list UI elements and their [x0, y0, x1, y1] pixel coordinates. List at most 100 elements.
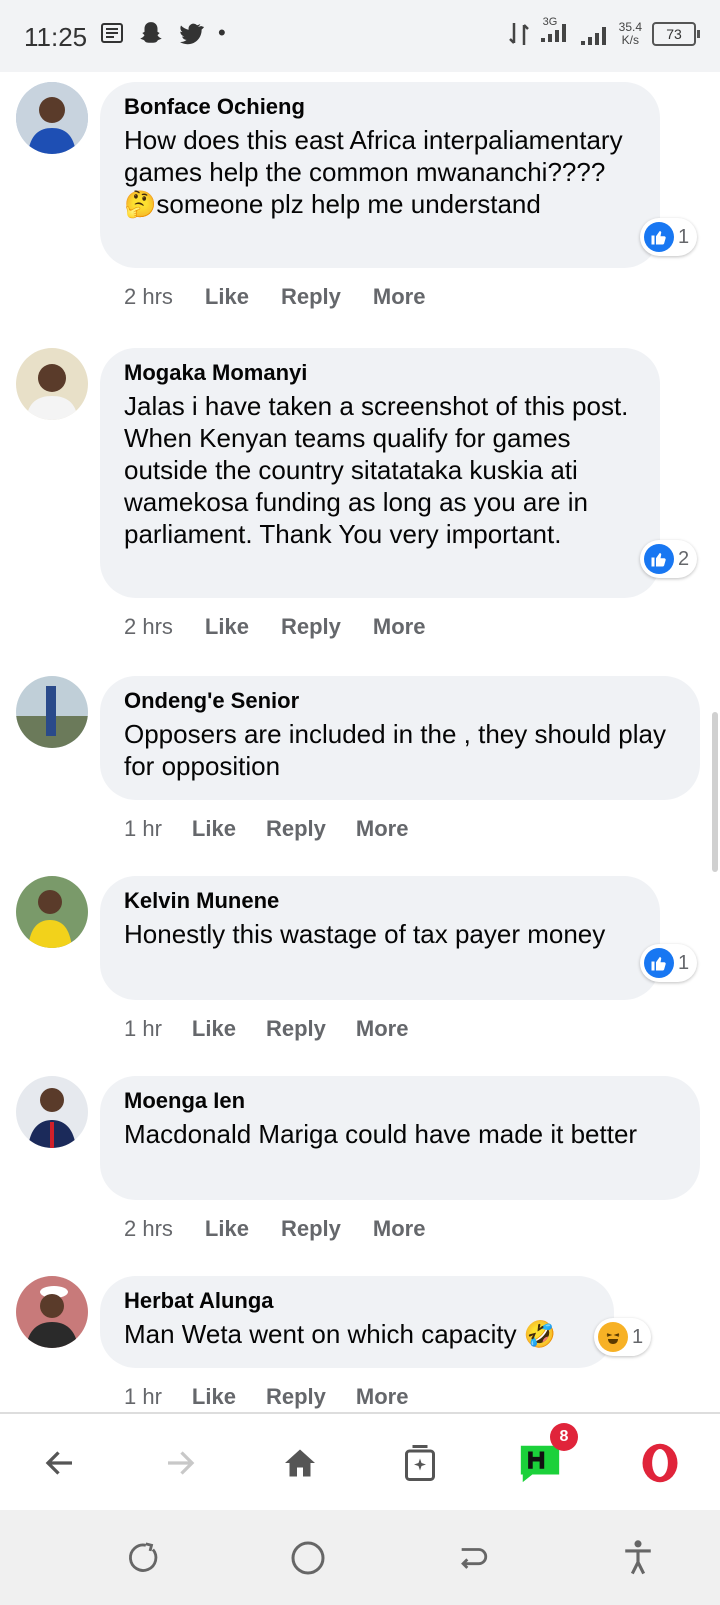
comment-text: How does this east Africa interpaliament…: [124, 125, 623, 219]
comment-bubble[interactable]: Kelvin Munene Honestly this wastage of t…: [100, 876, 660, 1000]
opera-menu-button[interactable]: [630, 1433, 690, 1493]
reply-button[interactable]: Reply: [266, 816, 326, 842]
reaction-count-badge[interactable]: 1: [640, 944, 698, 982]
like-reaction-icon: [644, 948, 674, 978]
more-button[interactable]: More: [373, 614, 426, 640]
avatar[interactable]: [16, 676, 88, 748]
signal-icon-2: [580, 26, 606, 45]
network-speed-value: 35.4: [618, 19, 642, 34]
like-button[interactable]: Like: [192, 1384, 236, 1410]
like-button[interactable]: Like: [192, 1016, 236, 1042]
more-button[interactable]: More: [373, 1216, 426, 1242]
comment-author[interactable]: Herbat Alunga: [124, 1288, 590, 1314]
browser-bottom-nav: 8: [0, 1412, 720, 1512]
comment-text: Honestly this wastage of tax payer money: [124, 919, 606, 949]
comment-actions: 1 hr Like Reply More: [124, 1384, 408, 1410]
scrollbar[interactable]: [712, 712, 718, 872]
back-return-icon: [460, 1547, 487, 1569]
status-bar: 11:25 • 3G 35.4 K/s 73: [0, 0, 720, 72]
avatar[interactable]: [16, 82, 88, 154]
forward-button[interactable]: [150, 1433, 210, 1493]
notification-icons: •: [100, 20, 226, 46]
network-speed: 35.4 K/s: [618, 19, 642, 47]
tabs-button[interactable]: [390, 1433, 450, 1493]
home-icon: [285, 1449, 315, 1477]
reply-button[interactable]: Reply: [281, 1216, 341, 1242]
arrow-left-icon: [45, 1451, 72, 1475]
comment-author[interactable]: Ondeng'e Senior: [124, 688, 676, 714]
comment-time[interactable]: 1 hr: [124, 1016, 162, 1042]
signal-strength-3g: 3G: [539, 16, 569, 49]
home-button[interactable]: [270, 1433, 330, 1493]
opera-logo-icon: [642, 1443, 678, 1483]
comment-text: Jalas i have taken a screenshot of this …: [124, 391, 629, 549]
news-icon: [101, 23, 123, 43]
recent-apps-button[interactable]: [113, 1528, 173, 1588]
reaction-count-badge[interactable]: 2: [640, 540, 698, 578]
accessibility-button[interactable]: [608, 1528, 668, 1588]
system-home-button[interactable]: [278, 1528, 338, 1588]
more-button[interactable]: More: [373, 284, 426, 310]
reaction-count: 1: [678, 951, 690, 974]
system-back-button[interactable]: [443, 1528, 503, 1588]
notification-badge: 8: [550, 1423, 578, 1451]
battery-icon: 73: [652, 21, 700, 46]
system-nav-bar: [0, 1510, 720, 1605]
avatar[interactable]: [16, 876, 88, 948]
comment-actions: 2 hrs Like Reply More: [124, 1216, 425, 1242]
more-notifications-dot: •: [218, 20, 226, 45]
twitter-icon: [180, 23, 204, 45]
comment-time[interactable]: 2 hrs: [124, 614, 173, 640]
tabs-icon: [405, 1445, 435, 1481]
network-type: 3G: [542, 16, 558, 28]
avatar[interactable]: [16, 348, 88, 420]
network-speed-unit: K/s: [621, 32, 639, 47]
like-button[interactable]: Like: [205, 284, 249, 310]
avatar[interactable]: [16, 1276, 88, 1348]
comment-actions: 1 hr Like Reply More: [124, 1016, 408, 1042]
comment-time[interactable]: 1 hr: [124, 816, 162, 842]
comment-actions: 1 hr Like Reply More: [124, 816, 408, 842]
more-button[interactable]: More: [356, 1384, 409, 1410]
data-transfer-icon: [508, 22, 529, 45]
avatar[interactable]: [16, 1076, 88, 1148]
reply-button[interactable]: Reply: [266, 1384, 326, 1410]
status-time: 11:25: [24, 22, 88, 52]
comment-author[interactable]: Kelvin Munene: [124, 888, 636, 914]
haha-reaction-icon: [598, 1322, 628, 1352]
reaction-count: 1: [678, 225, 690, 248]
like-button[interactable]: Like: [192, 816, 236, 842]
comment-text: Macdonald Mariga could have made it bett…: [124, 1119, 638, 1149]
reaction-count-badge[interactable]: 1: [594, 1318, 652, 1356]
comment-bubble[interactable]: Herbat Alunga Man Weta went on which cap…: [100, 1276, 614, 1368]
comment-bubble[interactable]: Moenga Ien Macdonald Mariga could have m…: [100, 1076, 700, 1200]
comment-actions: 2 hrs Like Reply More: [124, 284, 425, 310]
accessibility-icon: [624, 1539, 651, 1574]
comment-actions: 2 hrs Like Reply More: [124, 614, 425, 640]
reaction-count-badge[interactable]: 1: [640, 218, 698, 256]
reply-button[interactable]: Reply: [281, 614, 341, 640]
like-reaction-icon: [644, 222, 674, 252]
comment-author[interactable]: Moenga Ien: [124, 1088, 676, 1114]
hype-button[interactable]: 8: [510, 1423, 578, 1493]
comment-author[interactable]: Mogaka Momanyi: [124, 360, 636, 386]
comment-feed[interactable]: Bonface Ochieng How does this east Afric…: [0, 72, 720, 1412]
reply-button[interactable]: Reply: [281, 284, 341, 310]
reply-button[interactable]: Reply: [266, 1016, 326, 1042]
comment-time[interactable]: 1 hr: [124, 1384, 162, 1410]
circle-home-icon: [291, 1541, 324, 1574]
like-button[interactable]: Like: [205, 1216, 249, 1242]
reaction-count: 1: [632, 1325, 644, 1348]
comment-bubble[interactable]: Mogaka Momanyi Jalas i have taken a scre…: [100, 348, 660, 598]
comment-bubble[interactable]: Bonface Ochieng How does this east Afric…: [100, 82, 660, 268]
like-button[interactable]: Like: [205, 614, 249, 640]
more-button[interactable]: More: [356, 1016, 409, 1042]
comment-author[interactable]: Bonface Ochieng: [124, 94, 636, 120]
comment-bubble[interactable]: Ondeng'e Senior Opposers are included in…: [100, 676, 700, 800]
more-button[interactable]: More: [356, 816, 409, 842]
arrow-right-icon: [168, 1451, 195, 1475]
comment-time[interactable]: 2 hrs: [124, 1216, 173, 1242]
back-button[interactable]: [30, 1433, 90, 1493]
snapchat-icon: [140, 22, 162, 43]
comment-time[interactable]: 2 hrs: [124, 284, 173, 310]
